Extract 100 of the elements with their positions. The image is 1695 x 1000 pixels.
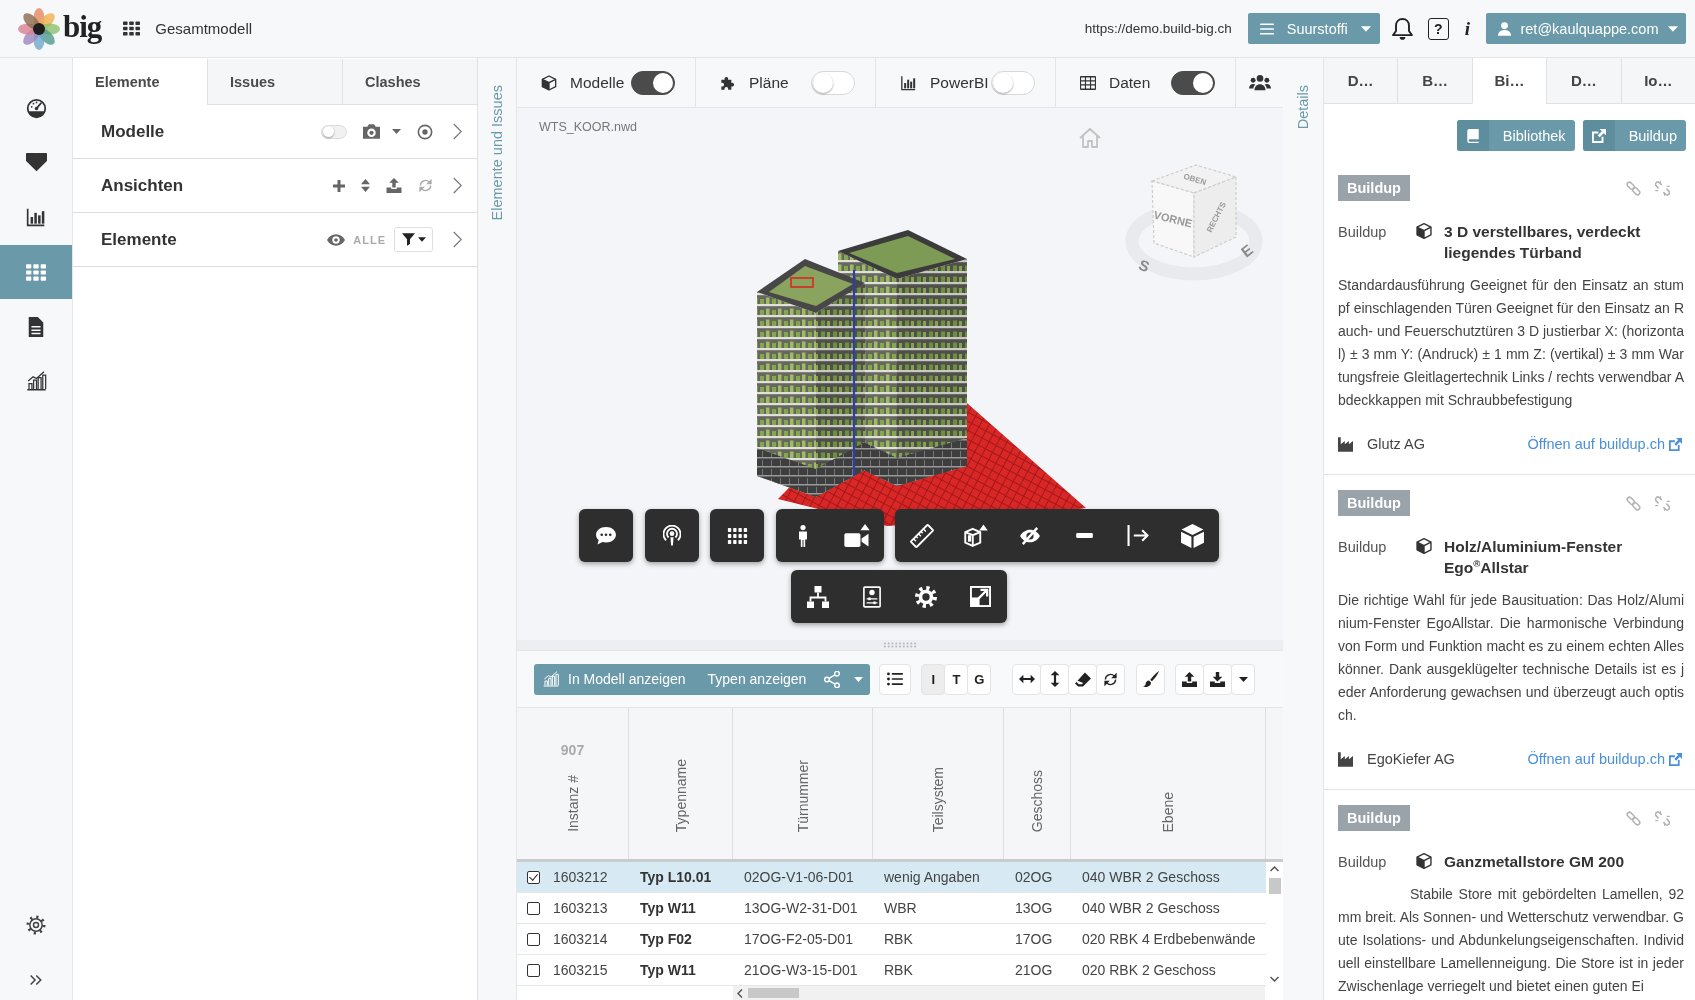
list-view-button[interactable] <box>879 663 912 695</box>
horizontal-arrows-icon <box>1018 674 1035 684</box>
table-cell: 1603215 <box>553 962 608 978</box>
upload-icon[interactable] <box>386 178 402 193</box>
section-title[interactable]: Modelle <box>101 121 165 142</box>
minus-icon[interactable] <box>1075 533 1093 538</box>
column-header[interactable]: Typenname <box>672 758 689 832</box>
mode-toggle-button[interactable]: T <box>944 663 969 695</box>
table-cell-text: wenig Angaben <box>883 869 981 885</box>
download-button[interactable] <box>1203 663 1233 695</box>
chevron-right-icon[interactable] <box>453 123 462 140</box>
section-title[interactable]: Ansichten <box>101 175 184 196</box>
users-icon[interactable] <box>1248 74 1271 91</box>
factory-icon <box>1338 436 1353 452</box>
fit-height-button[interactable] <box>1040 663 1070 695</box>
row-checkbox[interactable] <box>527 963 540 977</box>
scrollbar-thumb[interactable] <box>1268 878 1281 894</box>
heart-icon <box>25 153 47 173</box>
fit-width-button[interactable] <box>1012 663 1042 695</box>
filter-dropdown-button[interactable] <box>394 227 433 252</box>
camera-icon[interactable] <box>363 124 380 139</box>
row-checkbox[interactable] <box>527 870 540 884</box>
target-icon[interactable] <box>417 123 433 140</box>
cube-icon[interactable] <box>1179 523 1205 548</box>
person-icon[interactable] <box>797 524 808 547</box>
tab[interactable]: Issues <box>207 59 342 105</box>
download-icon <box>1210 671 1226 687</box>
chevron-right-icon[interactable] <box>453 177 462 194</box>
product-description: Die richtige Wahl für jede Bausituation: Das Holz/Aluminium-Fenster EgoAllstar. Die harmonische Verbindung von Form und Funktion macht es zu einem echten Alleskönner. Dank ausgeklügelter technische Details ist es jeder Anforderung gewachsen und überzeugt auch optisch. <box>1338 591 1684 725</box>
filter-icon <box>402 233 415 246</box>
apps-grid-icon[interactable] <box>123 21 141 36</box>
eraser-icon <box>1074 671 1091 687</box>
caret-icon[interactable] <box>392 129 401 134</box>
product-title: 3 D verstellbares, verdeckt liegendes Türband <box>1444 222 1642 263</box>
row-checkbox[interactable] <box>527 901 540 915</box>
bell-icon[interactable] <box>1391 17 1413 40</box>
scrollbar-thumb[interactable] <box>748 988 799 998</box>
section-title[interactable]: Elemente <box>101 229 177 250</box>
table-cell-text: 13OG <box>1014 900 1054 916</box>
table-cell-text: 13OG-W2-31-D01 <box>743 900 859 916</box>
column-header[interactable]: Teilsystem <box>930 766 946 832</box>
table-cell: 1603214 <box>553 931 608 947</box>
column-header[interactable]: Instanz # <box>564 775 581 832</box>
arrow-right-bar-icon[interactable] <box>1127 525 1149 546</box>
external-link-icon <box>1582 120 1615 151</box>
brush-button[interactable] <box>1136 663 1166 695</box>
properties-panel-icon[interactable] <box>863 584 881 609</box>
refresh-button[interactable] <box>1096 663 1126 695</box>
resize-handle-icon[interactable] <box>883 642 917 648</box>
cube-face-label: VORNE <box>1152 208 1194 230</box>
video-camera-icon[interactable] <box>843 524 870 547</box>
mode-toggle-button[interactable]: G <box>967 663 992 695</box>
product-title: Holz/Aluminium-Fenster Ego$^{®}$Allstar <box>1444 537 1624 578</box>
upload-button[interactable] <box>1175 663 1205 695</box>
table-row[interactable]: 1603212 Typ L10.01 02OG-V1-06-D01 wenig Angaben 02OG 040 WBR 2 Geschoss <box>517 862 1266 893</box>
tab[interactable]: Io… <box>1620 58 1695 104</box>
tab[interactable]: Clashes <box>342 59 477 105</box>
tab[interactable]: B… <box>1397 58 1472 104</box>
eye-icon[interactable] <box>327 233 346 246</box>
puzzle-icon <box>720 74 736 91</box>
caret-icon <box>1238 676 1248 682</box>
sort-icon[interactable] <box>361 178 370 193</box>
tab[interactable]: D… <box>1546 58 1621 104</box>
section-box-icon[interactable] <box>963 524 989 547</box>
expand-icon[interactable] <box>969 586 991 607</box>
column-header[interactable]: Ebene <box>1160 791 1176 832</box>
info-button[interactable]: i <box>1462 17 1472 40</box>
brush-icon <box>1142 671 1159 687</box>
plus-icon[interactable] <box>333 179 345 192</box>
source-badge: Buildup <box>1338 175 1410 201</box>
dropdown-button[interactable] <box>1231 663 1256 695</box>
hierarchy-icon[interactable] <box>807 585 829 608</box>
horizontal-scrollbar[interactable] <box>733 986 1265 1000</box>
column-header[interactable]: Türnummer <box>794 759 811 832</box>
row-count: 907 <box>560 742 585 759</box>
table-cell-text: 17OG <box>1014 931 1054 947</box>
vertical-arrows-icon <box>1049 671 1060 687</box>
table-cell-text: Typ L10.01 <box>639 869 713 885</box>
mode-toggle-button[interactable]: I <box>921 663 946 695</box>
project-title: Gesamtmodell <box>155 20 253 37</box>
eye-slash-icon[interactable] <box>1019 526 1041 545</box>
tab[interactable]: D… <box>1324 58 1398 104</box>
table-cell-text: 040 WBR 2 Geschoss <box>1081 900 1221 916</box>
chevron-right-icon[interactable] <box>453 231 462 248</box>
comment-icon[interactable] <box>596 526 616 545</box>
source-badge: Buildup <box>1338 805 1410 831</box>
bar-chart-icon <box>900 74 917 91</box>
settings-icon[interactable] <box>26 915 46 935</box>
source-label: Buildup <box>1338 854 1387 870</box>
column-header[interactable]: Geschoss <box>1029 769 1045 832</box>
ruler-icon[interactable] <box>910 523 934 548</box>
help-button[interactable]: ? <box>1427 17 1449 40</box>
row-checkbox[interactable] <box>527 932 540 946</box>
toggle-switch[interactable] <box>631 70 675 95</box>
toggle-switch[interactable] <box>1171 70 1215 95</box>
caret-icon <box>1668 25 1678 32</box>
grid-icon[interactable] <box>726 527 748 544</box>
double-chevron-icon[interactable] <box>30 974 42 986</box>
broadcast-pin-icon[interactable] <box>662 525 681 546</box>
eraser-button[interactable] <box>1068 663 1098 695</box>
